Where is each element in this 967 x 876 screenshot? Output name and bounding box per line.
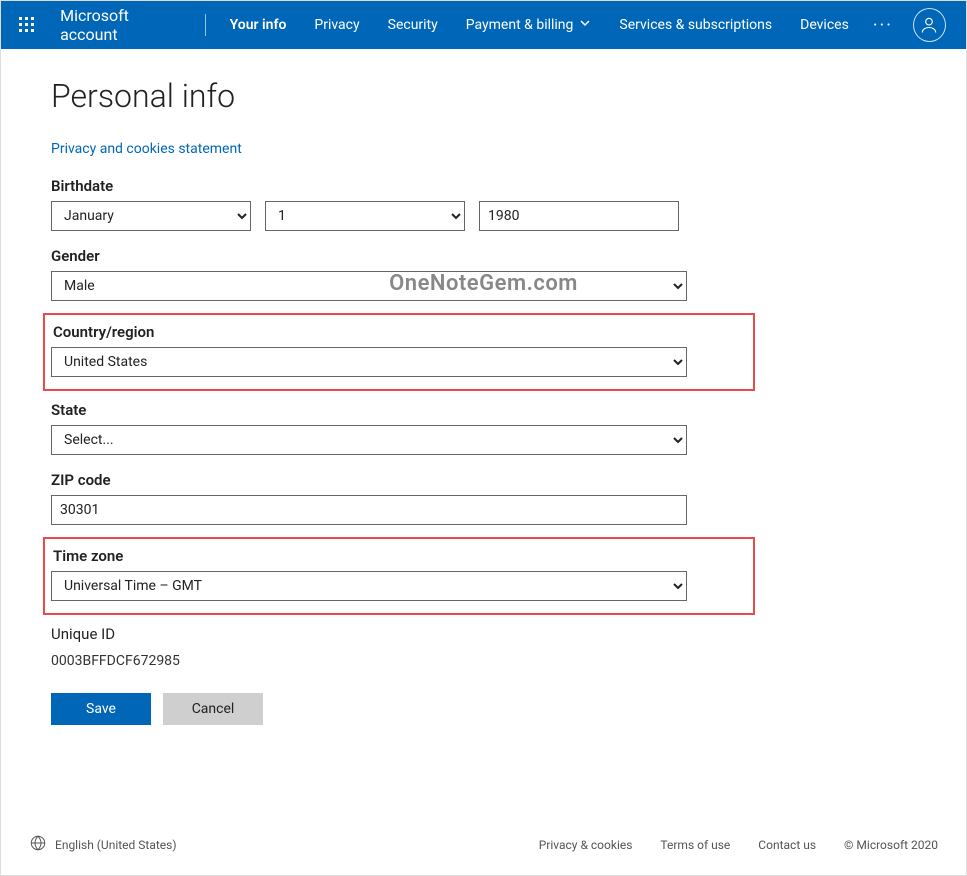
- nav-services-subscriptions[interactable]: Services & subscriptions: [605, 1, 786, 49]
- footer-contact-link[interactable]: Contact us: [758, 838, 816, 852]
- state-label: State: [51, 401, 741, 419]
- nav-devices[interactable]: Devices: [786, 1, 863, 49]
- state-group: State Select...: [51, 401, 741, 455]
- uniqueid-label: Unique ID: [51, 625, 741, 643]
- gender-select[interactable]: Male: [51, 271, 687, 301]
- uniqueid-group: Unique ID 0003BFFDCF672985: [51, 625, 741, 669]
- state-select[interactable]: Select...: [51, 425, 687, 455]
- nav-security[interactable]: Security: [374, 1, 452, 49]
- timezone-group: Time zone Universal Time – GMT: [51, 547, 743, 601]
- nav-label: Services & subscriptions: [619, 17, 772, 33]
- footer-copyright: © Microsoft 2020: [844, 838, 938, 852]
- nav-more-icon[interactable]: ···: [863, 15, 903, 36]
- nav-your-info[interactable]: Your info: [216, 1, 301, 49]
- footer-bar: English (United States) Privacy & cookie…: [1, 834, 966, 855]
- birthdate-day-select[interactable]: 1: [265, 201, 465, 231]
- zip-label: ZIP code: [51, 471, 741, 489]
- header-bar: Microsoft account Your info Privacy Secu…: [1, 1, 966, 49]
- language-selector[interactable]: English (United States): [29, 834, 177, 855]
- country-highlight-frame: Country/region United States: [43, 313, 755, 391]
- country-select[interactable]: United States: [51, 347, 687, 377]
- nav-privacy[interactable]: Privacy: [300, 1, 373, 49]
- chevron-down-icon: [579, 17, 591, 33]
- page-title: Personal info: [51, 77, 741, 115]
- account-avatar-icon[interactable]: [913, 8, 946, 42]
- nav-label: Security: [388, 17, 438, 33]
- brand-title[interactable]: Microsoft account: [60, 6, 205, 44]
- footer-privacy-link[interactable]: Privacy & cookies: [539, 838, 633, 852]
- birthdate-year-input[interactable]: [479, 201, 679, 231]
- top-nav: Your info Privacy Security Payment & bil…: [216, 1, 863, 49]
- globe-icon: [29, 834, 47, 855]
- timezone-highlight-frame: Time zone Universal Time – GMT: [43, 537, 755, 615]
- footer-links: Privacy & cookies Terms of use Contact u…: [539, 838, 938, 852]
- birthdate-month-select[interactable]: January: [51, 201, 251, 231]
- timezone-label: Time zone: [53, 547, 743, 565]
- timezone-select[interactable]: Universal Time – GMT: [51, 571, 687, 601]
- button-row: Save Cancel: [51, 693, 741, 725]
- main-content: Personal info Privacy and cookies statem…: [1, 49, 741, 725]
- nav-label: Devices: [800, 17, 849, 33]
- zip-group: ZIP code: [51, 471, 741, 525]
- save-button[interactable]: Save: [51, 693, 151, 725]
- nav-label: Payment & billing: [466, 17, 574, 33]
- zip-input[interactable]: [51, 495, 687, 525]
- app-launcher-icon[interactable]: [11, 9, 42, 41]
- uniqueid-value: 0003BFFDCF672985: [51, 649, 741, 669]
- birthdate-label: Birthdate: [51, 177, 741, 195]
- language-label: English (United States): [55, 838, 177, 852]
- cancel-button[interactable]: Cancel: [163, 693, 263, 725]
- nav-label: Privacy: [314, 17, 359, 33]
- nav-label: Your info: [230, 17, 287, 33]
- footer-terms-link[interactable]: Terms of use: [660, 838, 730, 852]
- gender-group: Gender Male: [51, 247, 741, 301]
- country-label: Country/region: [53, 323, 743, 341]
- nav-payment-billing[interactable]: Payment & billing: [452, 1, 606, 49]
- gender-label: Gender: [51, 247, 741, 265]
- country-group: Country/region United States: [51, 323, 743, 377]
- privacy-cookies-link[interactable]: Privacy and cookies statement: [51, 141, 242, 157]
- nav-divider: [205, 14, 206, 36]
- birthdate-group: Birthdate January 1: [51, 177, 741, 231]
